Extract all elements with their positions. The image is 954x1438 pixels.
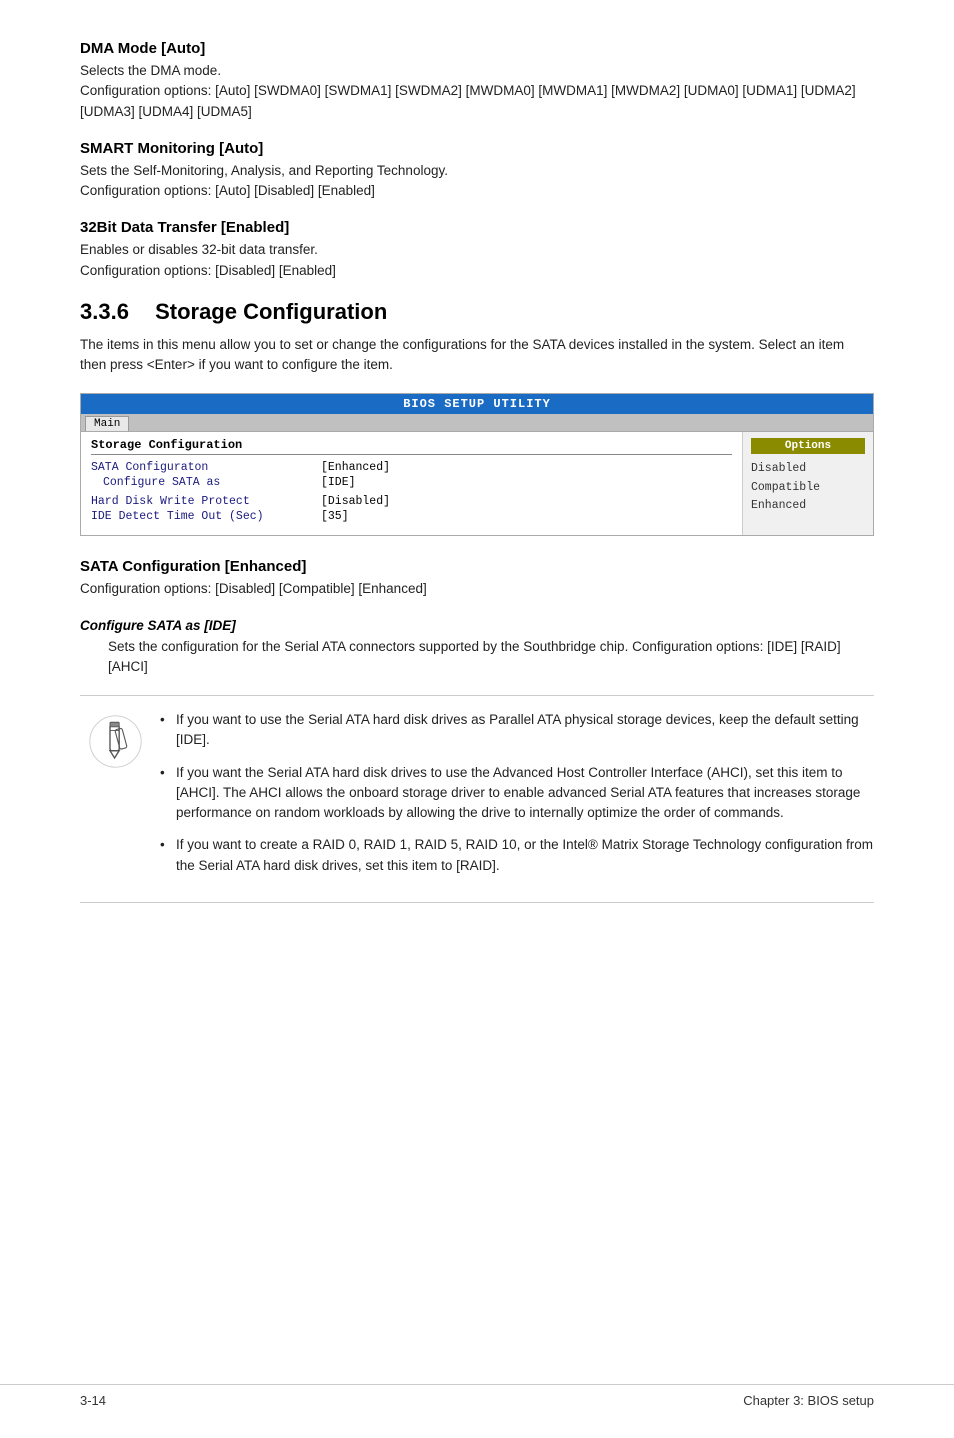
smart-monitoring-section: SMART Monitoring [Auto] Sets the Self-Mo… <box>80 140 874 202</box>
dma-mode-body: Selects the DMA mode. Configuration opti… <box>80 61 874 122</box>
bios-label-write-protect: Hard Disk Write Protect <box>91 495 321 508</box>
page-footer: 3-14 Chapter 3: BIOS setup <box>0 1384 954 1408</box>
bios-option-enhanced: Enhanced <box>751 497 865 515</box>
bios-body: Storage Configuration SATA Configuraton … <box>81 432 873 535</box>
bios-sata-group: SATA Configuraton [Enhanced] Configure S… <box>91 461 732 489</box>
dma-mode-heading: DMA Mode [Auto] <box>80 40 874 57</box>
bios-row-sata-config: SATA Configuraton [Enhanced] <box>91 461 732 474</box>
notes-container: If you want to use the Serial ATA hard d… <box>80 695 874 903</box>
bios-row-configure-sata: Configure SATA as [IDE] <box>91 476 732 489</box>
bios-value-sata-configuraton: [Enhanced] <box>321 461 390 474</box>
storage-config-section: 3.3.6 Storage Configuration The items in… <box>80 299 874 376</box>
sata-config-heading: SATA Configuration [Enhanced] <box>80 558 874 575</box>
smart-monitoring-heading: SMART Monitoring [Auto] <box>80 140 874 157</box>
bit-transfer-config: Configuration options: [Disabled] [Enabl… <box>80 263 336 278</box>
footer-page-number: 3-14 <box>80 1393 106 1408</box>
bios-label-ide-timeout: IDE Detect Time Out (Sec) <box>91 510 321 523</box>
footer-chapter: Chapter 3: BIOS setup <box>743 1393 874 1408</box>
bios-ui-box: BIOS SETUP UTILITY Main Storage Configur… <box>80 393 874 536</box>
bit-transfer-description: Enables or disables 32-bit data transfer… <box>80 242 318 257</box>
storage-config-number: 3.3.6 <box>80 299 129 324</box>
storage-config-heading: 3.3.6 Storage Configuration <box>80 299 874 325</box>
bios-label-configure-sata: Configure SATA as <box>91 476 321 489</box>
bios-value-write-protect: [Disabled] <box>321 495 390 508</box>
bios-value-configure-sata: [IDE] <box>321 476 356 489</box>
sata-subsection-body: Sets the configuration for the Serial AT… <box>108 637 874 678</box>
bios-options-title: Options <box>751 438 865 454</box>
pencil-wrench-icon <box>88 714 143 769</box>
smart-monitoring-body: Sets the Self-Monitoring, Analysis, and … <box>80 161 874 202</box>
smart-monitoring-config: Configuration options: [Auto] [Disabled]… <box>80 183 375 198</box>
bios-option-compatible: Compatible <box>751 479 865 497</box>
bios-row-ide-timeout: IDE Detect Time Out (Sec) [35] <box>91 510 732 523</box>
dma-mode-section: DMA Mode [Auto] Selects the DMA mode. Co… <box>80 40 874 122</box>
bios-disk-group: Hard Disk Write Protect [Disabled] IDE D… <box>91 495 732 523</box>
notes-list: If you want to use the Serial ATA hard d… <box>150 710 874 888</box>
bios-title-bar: BIOS SETUP UTILITY <box>81 394 873 414</box>
bit-transfer-section: 32Bit Data Transfer [Enabled] Enables or… <box>80 219 874 281</box>
sata-config-enhanced-section: SATA Configuration [Enhanced] Configurat… <box>80 558 874 677</box>
bit-transfer-heading: 32Bit Data Transfer [Enabled] <box>80 219 874 236</box>
dma-mode-config: Configuration options: [Auto] [SWDMA0] [… <box>80 83 856 118</box>
bios-section-title: Storage Configuration <box>91 438 732 455</box>
bit-transfer-body: Enables or disables 32-bit data transfer… <box>80 240 874 281</box>
smart-monitoring-description: Sets the Self-Monitoring, Analysis, and … <box>80 163 448 178</box>
note-icon <box>80 710 150 769</box>
bios-row-write-protect: Hard Disk Write Protect [Disabled] <box>91 495 732 508</box>
note-item-3: If you want to create a RAID 0, RAID 1, … <box>160 835 874 876</box>
bios-label-sata-configuraton: SATA Configuraton <box>91 461 321 474</box>
sata-subsection-label: Configure SATA as [IDE] <box>80 618 874 633</box>
note-item-2: If you want the Serial ATA hard disk dri… <box>160 763 874 824</box>
sata-config-options: Configuration options: [Disabled] [Compa… <box>80 579 874 599</box>
storage-config-title: Storage Configuration <box>155 299 387 324</box>
bios-tab-main[interactable]: Main <box>85 416 129 431</box>
bios-sidebar-panel: Options Disabled Compatible Enhanced <box>743 432 873 535</box>
note-item-1: If you want to use the Serial ATA hard d… <box>160 710 874 751</box>
bios-main-panel: Storage Configuration SATA Configuraton … <box>81 432 743 535</box>
storage-config-intro: The items in this menu allow you to set … <box>80 335 874 376</box>
bios-value-ide-timeout: [35] <box>321 510 349 523</box>
bios-option-disabled: Disabled <box>751 460 865 478</box>
bios-tabs-bar: Main <box>81 414 873 432</box>
dma-mode-description: Selects the DMA mode. <box>80 63 221 78</box>
